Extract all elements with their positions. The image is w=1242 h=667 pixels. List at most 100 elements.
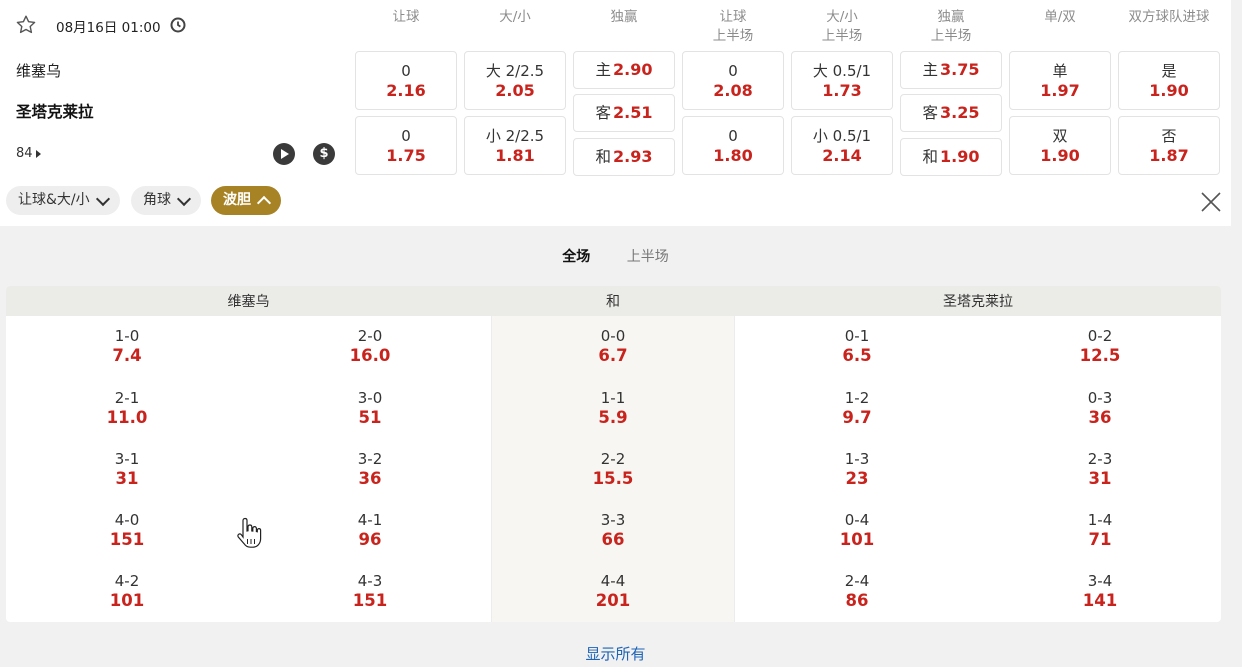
correct-score-cell[interactable]: 3-0 51 — [290, 388, 450, 428]
col-header-overunder: 大/小 — [499, 9, 531, 25]
odds-cell-handicap-away[interactable]: 0 1.75 — [355, 116, 457, 175]
score-label: 3-2 — [357, 450, 383, 468]
show-all-link[interactable]: 显示所有 — [0, 643, 1231, 664]
odds-cell-over-1h[interactable]: 大 0.5/1 1.73 — [791, 51, 893, 110]
col-header-handicap-1h: 让球 上半场 — [712, 9, 754, 44]
correct-score-cell[interactable]: 2-2 15.5 — [533, 449, 693, 489]
score-label: 2-2 — [600, 450, 626, 468]
match-minute: 84 — [16, 146, 33, 161]
header-draw: 和 — [606, 294, 620, 310]
correct-score-cell[interactable]: 2-0 16.0 — [290, 326, 450, 366]
correct-score-cell[interactable]: 3-2 36 — [290, 449, 450, 489]
score-label: 1-0 — [114, 327, 140, 345]
cashout-dollar-icon[interactable]: $ — [313, 143, 335, 165]
correct-score-cell[interactable]: 1-2 9.7 — [777, 388, 937, 428]
more-markets-link[interactable]: 84 — [16, 146, 41, 161]
score-label: 0-0 — [600, 327, 626, 345]
odds-cell-odd[interactable]: 单 1.97 — [1009, 51, 1111, 110]
odds-cell-moneyline-draw[interactable]: 和 2.93 — [573, 138, 675, 176]
correct-score-cell[interactable]: 4-0 151 — [47, 510, 207, 550]
correct-score-cell[interactable]: 1-0 7.4 — [47, 326, 207, 366]
score-odd: 36 — [358, 469, 382, 488]
correct-score-cell[interactable]: 4-2 101 — [47, 571, 207, 611]
score-odd: 23 — [845, 469, 869, 488]
odds-cell-moneyline-1h-away[interactable]: 客 3.25 — [900, 94, 1002, 132]
score-odd: 7.4 — [112, 346, 142, 365]
correct-score-cell[interactable]: 1-4 71 — [1020, 510, 1180, 550]
col-header-moneyline: 独赢 — [610, 9, 638, 25]
correct-score-cell[interactable]: 4-3 151 — [290, 571, 450, 611]
odds-cell-moneyline-1h-home[interactable]: 主 3.75 — [900, 51, 1002, 89]
correct-score-cell[interactable]: 4-4 201 — [533, 571, 693, 611]
correct-score-cell[interactable]: 3-3 66 — [533, 510, 693, 550]
score-odd: 151 — [352, 591, 388, 610]
close-icon[interactable] — [1200, 191, 1222, 213]
score-odd: 5.9 — [598, 408, 628, 427]
odds-cell-moneyline-away[interactable]: 客 2.51 — [573, 94, 675, 132]
score-odd: 31 — [1088, 469, 1112, 488]
correct-score-cell[interactable]: 0-2 12.5 — [1020, 326, 1180, 366]
header-away: 圣塔克莱拉 — [943, 294, 1013, 310]
correct-score-cell[interactable]: 1-3 23 — [777, 449, 937, 489]
filter-handicap-overunder[interactable]: 让球&大/小 — [6, 186, 120, 215]
score-label: 4-2 — [114, 572, 140, 590]
odds-cell-under[interactable]: 小 2/2.5 1.81 — [464, 116, 566, 175]
odds-cell-btts-yes[interactable]: 是 1.90 — [1118, 51, 1220, 110]
live-clock-icon — [170, 17, 186, 33]
home-team-name: 维塞乌 — [16, 62, 62, 80]
filter-corners[interactable]: 角球 — [131, 186, 201, 215]
correct-score-cell[interactable]: 2-3 31 — [1020, 449, 1180, 489]
score-odd: 51 — [358, 408, 382, 427]
score-odd: 6.5 — [842, 346, 872, 365]
odds-cell-handicap-1h-away[interactable]: 0 1.80 — [682, 116, 784, 175]
score-odd: 36 — [1088, 408, 1112, 427]
tab-first-half[interactable]: 上半场 — [627, 246, 669, 266]
score-label: 4-0 — [114, 511, 140, 529]
odds-cell-even[interactable]: 双 1.90 — [1009, 116, 1111, 175]
col-header-handicap: 让球 — [392, 9, 420, 25]
correct-score-cell[interactable]: 1-1 5.9 — [533, 388, 693, 428]
scrollbar[interactable] — [1231, 0, 1242, 667]
score-odd: 11.0 — [106, 408, 148, 427]
odds-cell-handicap-1h-home[interactable]: 0 2.08 — [682, 51, 784, 110]
score-label: 3-4 — [1087, 572, 1113, 590]
correct-score-cell[interactable]: 0-1 6.5 — [777, 326, 937, 366]
correct-score-cell[interactable]: 4-1 96 — [290, 510, 450, 550]
score-odd: 9.7 — [842, 408, 872, 427]
odds-cell-over[interactable]: 大 2/2.5 2.05 — [464, 51, 566, 110]
odds-cell-handicap-home[interactable]: 0 2.16 — [355, 51, 457, 110]
correct-score-cell[interactable]: 2-4 86 — [777, 571, 937, 611]
odds-cell-moneyline-1h-draw[interactable]: 和 1.90 — [900, 138, 1002, 176]
score-label: 2-3 — [1087, 450, 1113, 468]
odds-cell-moneyline-home[interactable]: 主 2.90 — [573, 51, 675, 89]
chevron-down-icon — [176, 191, 192, 206]
correct-score-cell[interactable]: 3-4 141 — [1020, 571, 1180, 611]
star-icon[interactable] — [14, 13, 38, 37]
header-home: 维塞乌 — [227, 294, 270, 310]
col-header-moneyline-1h: 独赢 上半场 — [930, 9, 972, 44]
odds-cell-btts-no[interactable]: 否 1.87 — [1118, 116, 1220, 175]
score-odd: 201 — [595, 591, 631, 610]
match-datetime: 08月16日 01:00 — [56, 20, 161, 36]
score-label: 1-4 — [1087, 511, 1113, 529]
correct-score-cell[interactable]: 2-1 11.0 — [47, 388, 207, 428]
score-odd: 31 — [115, 469, 139, 488]
score-odd: 16.0 — [349, 346, 391, 365]
filter-correct-score[interactable]: 波胆 — [211, 186, 281, 215]
score-label: 1-2 — [844, 389, 870, 407]
score-label: 0-3 — [1087, 389, 1113, 407]
score-label: 0-1 — [844, 327, 870, 345]
match-card: 08月16日 01:00 维塞乌 圣塔克莱拉 84 $ 让球 大/小 独赢 让球… — [0, 0, 1231, 226]
play-video-icon[interactable] — [273, 143, 295, 165]
correct-score-cell[interactable]: 0-0 6.7 — [533, 326, 693, 366]
correct-score-cell[interactable]: 0-4 101 — [777, 510, 937, 550]
col-header-overunder-1h: 大/小 上半场 — [821, 9, 863, 44]
odds-cell-under-1h[interactable]: 小 0.5/1 2.14 — [791, 116, 893, 175]
correct-score-header: 维塞乌 和 圣塔克莱拉 — [6, 286, 1221, 316]
chevron-up-icon — [256, 195, 272, 210]
col-header-btts: 双方球队进球 — [1128, 9, 1210, 25]
correct-score-cell[interactable]: 3-1 31 — [47, 449, 207, 489]
score-label: 2-4 — [844, 572, 870, 590]
correct-score-cell[interactable]: 0-3 36 — [1020, 388, 1180, 428]
tab-full-time[interactable]: 全场 — [562, 246, 590, 266]
